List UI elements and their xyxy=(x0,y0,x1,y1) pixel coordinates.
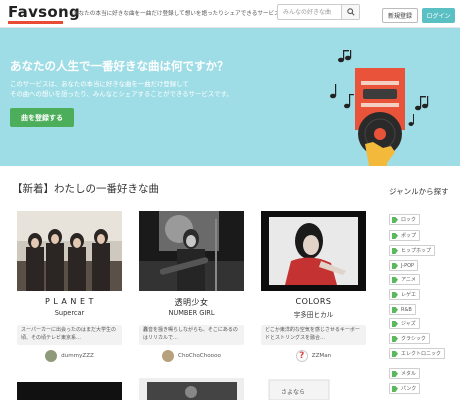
tag-icon xyxy=(392,232,398,239)
genre-tag[interactable]: J-POP xyxy=(389,260,419,271)
tag-icon xyxy=(392,216,398,223)
hero-description-line: このサービスは、あなたの本当に好きな曲を一曲だけ登録して xyxy=(10,80,189,88)
logo[interactable]: Favsong xyxy=(8,3,80,21)
search-icon xyxy=(346,8,355,16)
genre-tag-label: ロック xyxy=(401,217,417,223)
page: Favsong あなたの本当に好きな曲を一曲だけ登録して想いを語ったりシェアでき… xyxy=(0,0,460,400)
search-input[interactable] xyxy=(278,5,342,19)
genre-tag-label: メタル xyxy=(401,371,417,377)
song-thumbnail[interactable] xyxy=(17,378,122,400)
avatar: ? xyxy=(295,350,308,362)
tag-icon xyxy=(392,306,398,313)
genre-tag-label: エレクトロニック xyxy=(401,351,442,357)
avatar xyxy=(45,350,58,362)
song-thumbnail[interactable] xyxy=(139,378,244,400)
register-song-button[interactable]: 曲を登録する xyxy=(10,108,74,127)
genre-tag[interactable]: パンク xyxy=(389,383,421,394)
avatar xyxy=(162,350,175,362)
section-title: 【新着】わたしの一番好きな曲 xyxy=(12,183,159,195)
genre-tag-label: クラシック xyxy=(401,336,426,342)
song-user[interactable]: ChoChoChoooo xyxy=(139,349,244,363)
song-title[interactable]: P L A N E T xyxy=(17,297,122,308)
song-thumbnail[interactable]: さよなら xyxy=(261,378,366,400)
song-title[interactable]: COLORS xyxy=(261,297,366,308)
logo-underline xyxy=(8,21,63,24)
genre-tag-label: ジャズ xyxy=(401,321,416,327)
tag-icon xyxy=(392,350,398,357)
hero-title: あなたの人生で一番好きな曲は何ですか？ xyxy=(10,59,229,73)
genre-tag[interactable]: ヒップホップ xyxy=(389,245,436,256)
song-title[interactable]: 透明少女 xyxy=(139,297,244,308)
record-player-illustration xyxy=(330,50,429,166)
genre-tag[interactable]: ロック xyxy=(389,214,421,225)
song-user[interactable]: ? ZZMan xyxy=(261,349,366,363)
hero-description: このサービスは、あなたの本当に好きな曲を一曲だけ登録して その曲への想いを語った… xyxy=(10,79,233,99)
song-comment: 轟音を掻き鳴らしながらも、そこにあるのはリリカルで… xyxy=(139,325,244,345)
search-button[interactable] xyxy=(341,5,359,19)
tag-icon xyxy=(392,262,398,269)
username: ChoChoChoooo xyxy=(178,353,221,359)
genre-tag-label: ポップ xyxy=(401,233,417,239)
hero-banner: あなたの人生で一番好きな曲は何ですか？ このサービスは、あなたの本当に好きな曲を… xyxy=(0,28,460,166)
tag-icon xyxy=(392,335,398,342)
genre-tag-label: ヒップホップ xyxy=(401,248,432,254)
top-header: Favsong あなたの本当に好きな曲を一曲だけ登録して想いを語ったりシェアでき… xyxy=(0,0,460,28)
genre-sidebar-title: ジャンルから探す xyxy=(389,187,449,196)
register-button[interactable]: 新規登録 xyxy=(382,8,418,23)
genre-tag-label: レゲエ xyxy=(401,292,417,298)
song-card[interactable]: P L A N E T Supercar スーパーカーに出会ったのはまだ大学生の… xyxy=(17,211,122,363)
song-thumbnail[interactable] xyxy=(261,211,366,291)
genre-tag[interactable]: R&B xyxy=(389,304,416,315)
song-card[interactable]: 透明少女 NUMBER GIRL 轟音を掻き鳴らしながらも、そこにあるのはリリカ… xyxy=(139,211,244,363)
genre-tag[interactable]: レゲエ xyxy=(389,289,421,300)
genre-tag[interactable]: クラシック xyxy=(389,333,430,344)
tagline: あなたの本当に好きな曲を一曲だけ登録して想いを語ったりシェアできるサービス xyxy=(73,11,280,17)
song-artist: 宇多田ヒカル xyxy=(293,311,334,319)
tag-icon xyxy=(392,385,398,392)
genre-tag[interactable]: メタル xyxy=(389,368,421,379)
tag-icon xyxy=(392,370,398,377)
genre-tag[interactable]: エレクトロニック xyxy=(389,348,446,359)
genre-tag-label: アニメ xyxy=(401,277,416,283)
genre-tag[interactable]: ポップ xyxy=(389,230,421,241)
song-artist: NUMBER GIRL xyxy=(168,309,215,317)
tag-icon xyxy=(392,247,398,254)
song-thumbnail[interactable] xyxy=(17,211,122,291)
genre-tag-label: J-POP xyxy=(401,262,415,269)
tag-icon xyxy=(392,320,398,327)
tag-icon xyxy=(392,291,398,298)
hero-description-line: その曲への想いを語ったり、みんなとシェアすることができるサービスです。 xyxy=(10,90,233,98)
tag-icon xyxy=(392,276,398,283)
search-box xyxy=(277,4,360,20)
login-button[interactable]: ログイン xyxy=(422,8,455,23)
genre-tag-label: R&B xyxy=(401,306,412,313)
username: ZZMan xyxy=(311,353,332,359)
genre-tag-label: パンク xyxy=(401,386,417,392)
song-comment: スーパーカーに出会ったのはまだ大学生の頃、その頃テレビ東京系… xyxy=(17,325,122,345)
genre-tag[interactable]: ジャズ xyxy=(389,318,420,329)
song-user[interactable]: dummyZZZ xyxy=(17,349,122,363)
song-comment: どこか東洋的な空気を感じさせるキーボードとストリングスを融合… xyxy=(261,325,366,345)
thumbnail-text: さよなら xyxy=(281,389,306,396)
song-artist: Supercar xyxy=(54,309,85,317)
song-card[interactable]: COLORS 宇多田ヒカル どこか東洋的な空気を感じさせるキーボードとストリング… xyxy=(261,211,366,363)
genre-tag[interactable]: アニメ xyxy=(389,274,420,285)
song-thumbnail[interactable] xyxy=(139,211,244,291)
username: dummyZZZ xyxy=(61,353,94,359)
